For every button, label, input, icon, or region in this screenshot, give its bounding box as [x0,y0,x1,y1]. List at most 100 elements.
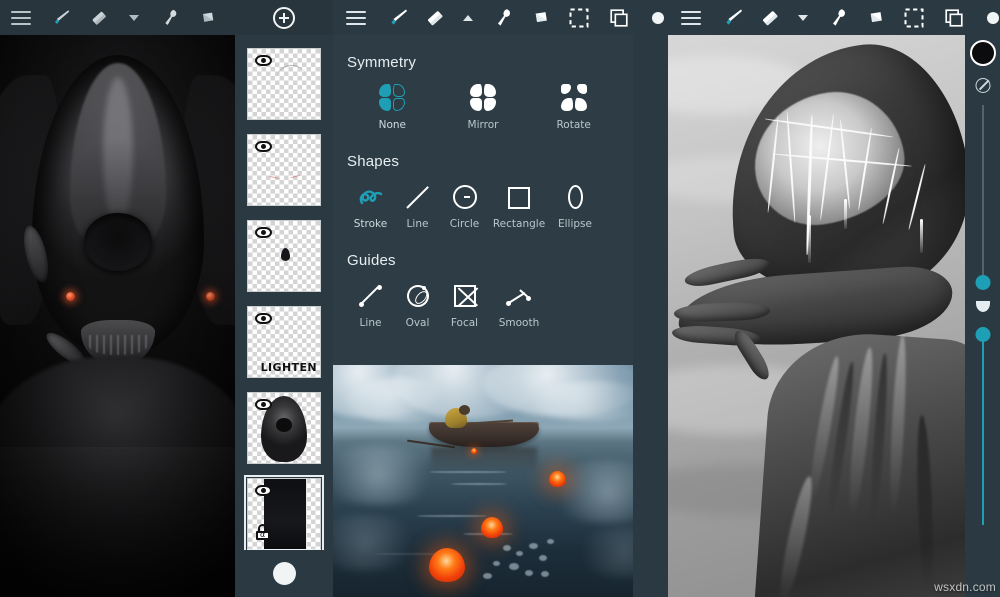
size-slider-track[interactable] [982,105,983,280]
shape-ellipse-icon [560,180,590,214]
glow-orb [471,448,477,454]
brush-icon[interactable] [379,0,417,35]
symmetry-mirror-label: Mirror [468,119,499,131]
color-swatch-button[interactable] [970,40,996,66]
shape-circle-option[interactable]: Circle [441,180,488,230]
symmetry-rotate-option[interactable]: Rotate [528,81,619,131]
no-symmetry-icon[interactable] [975,78,990,93]
list-item[interactable]: LIGHTEN [247,306,321,378]
guide-oval-icon [403,279,433,313]
chevron-down-icon[interactable] [788,0,818,35]
shape-line-label: Line [407,218,429,230]
guide-line-option[interactable]: Line [347,279,394,329]
layer-visibility-icon[interactable] [255,227,272,238]
layer-thumb-redmark [269,174,281,181]
app-root: LIGHTEN [0,0,1000,597]
eraser-icon[interactable] [80,0,118,35]
left-workspace-panel [0,0,235,597]
shape-ellipse-option[interactable]: Ellipse [550,180,600,230]
guide-focal-icon [450,279,480,313]
mid-canvas[interactable] [333,365,633,597]
menu-icon[interactable] [333,0,379,35]
select-icon[interactable] [226,0,235,35]
symmetry-none-label: None [379,119,406,131]
shape-line-option[interactable]: Line [394,180,441,230]
middle-toolbar [333,0,668,35]
fill-icon[interactable] [856,0,894,35]
guide-line-icon [356,279,386,313]
layers-icon[interactable] [934,0,974,35]
layer-visibility-icon[interactable] [255,141,272,152]
layer-thumb-sketch [275,63,307,82]
fill-icon[interactable] [521,0,559,35]
shape-stroke-option[interactable]: Stroke [347,180,394,230]
brush-icon[interactable] [714,0,752,35]
glow-orb [481,517,503,538]
smudge-icon[interactable] [818,0,856,35]
guide-oval-option[interactable]: Oval [394,279,441,329]
water-pebble [516,551,523,556]
water-pebble [483,573,492,579]
section-title-shapes: Shapes [347,153,619,170]
left-toolbar [0,0,235,35]
size-slider-knob[interactable] [975,275,990,290]
smudge-icon[interactable] [483,0,521,35]
layer-thumb-creature-socket [276,418,292,432]
eraser-icon[interactable] [752,0,788,35]
eraser-icon[interactable] [417,0,453,35]
guides-options: Line Oval Focal [347,279,619,329]
boat-reflection [431,447,537,473]
water-ripple [429,471,507,473]
cloud [347,377,457,423]
list-item[interactable] [247,134,321,206]
layer-visibility-icon[interactable] [255,399,272,410]
color-dot-icon[interactable] [639,0,668,35]
select-icon[interactable] [894,0,934,35]
symmetry-none-icon [377,81,407,115]
creature-body [0,357,235,597]
list-item[interactable] [247,48,321,120]
right-toolbar [668,0,1000,35]
symmetry-none-option[interactable]: None [347,81,438,131]
watermark: wsxdn.com [934,580,996,594]
water-pebble [539,555,547,561]
guide-focal-option[interactable]: Focal [441,279,488,329]
guide-smooth-option[interactable]: Smooth [488,279,550,329]
symmetry-rotate-icon [559,81,589,115]
color-swatch-button[interactable] [273,562,296,585]
layer-visibility-icon[interactable] [255,313,272,324]
water-ripple [417,515,487,517]
select-icon[interactable] [559,0,599,35]
list-item[interactable] [247,478,321,550]
brush-icon[interactable] [42,0,80,35]
mist [333,445,443,505]
add-layer-button[interactable] [235,0,333,35]
fill-icon[interactable] [188,0,226,35]
left-canvas[interactable] [0,35,235,597]
glow-orb [429,548,465,582]
drip [808,215,811,263]
shape-rectangle-option[interactable]: Rectangle [488,180,550,230]
layers-list[interactable]: LIGHTEN [235,35,333,550]
middle-workspace-panel: Symmetry None [333,0,668,597]
shape-circle-label: Circle [450,218,480,230]
layers-icon[interactable] [599,0,639,35]
layer-visibility-icon[interactable] [255,55,272,66]
list-item[interactable] [247,392,321,464]
smudge-icon[interactable] [150,0,188,35]
boat-figure-head [459,405,470,415]
chevron-down-icon[interactable] [118,0,150,35]
opacity-bucket-icon[interactable] [976,301,990,312]
menu-icon[interactable] [668,0,714,35]
right-canvas[interactable] [668,35,965,597]
layer-visibility-icon[interactable] [255,485,272,496]
shape-rectangle-icon [504,180,534,214]
chevron-up-icon[interactable] [453,0,483,35]
list-item[interactable] [247,220,321,292]
color-dot-icon[interactable] [974,0,1000,35]
layer-lock-alpha-icon[interactable] [256,524,270,540]
symmetry-mirror-option[interactable]: Mirror [438,81,529,131]
menu-icon[interactable] [0,0,42,35]
opacity-slider-track[interactable] [982,335,984,525]
shape-circle-icon [450,180,480,214]
